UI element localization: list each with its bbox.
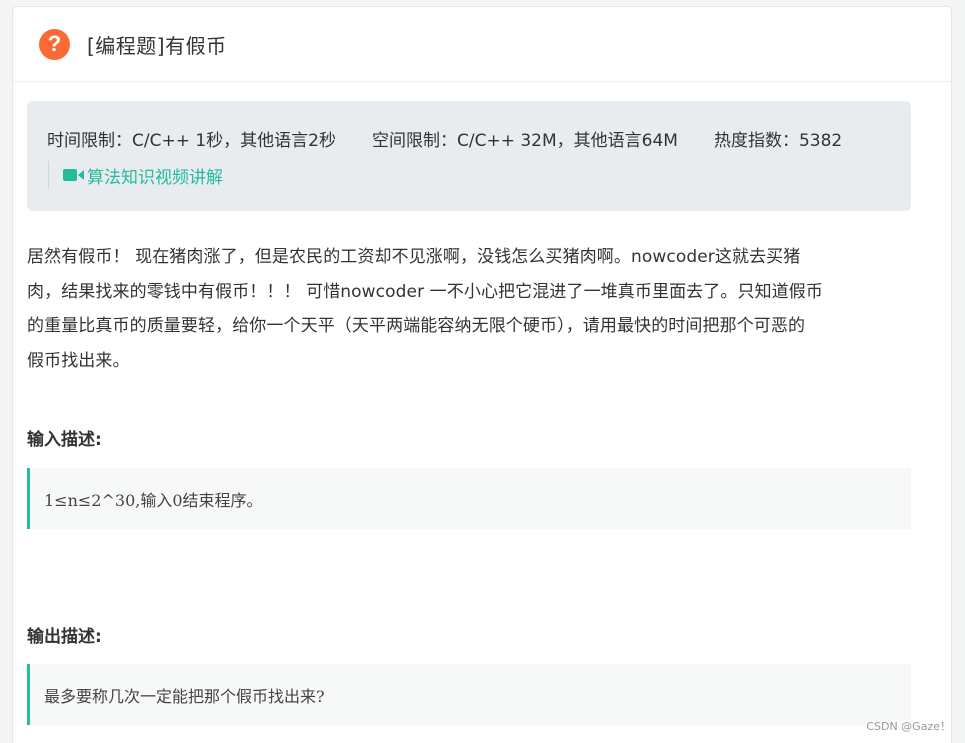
- problem-meta: 时间限制：C/C++ 1秒，其他语言2秒 空间限制：C/C++ 32M，其他语言…: [27, 101, 911, 211]
- output-description-box: 最多要称几次一定能把那个假币找出来?: [27, 664, 911, 725]
- watermark: CSDN @Gaze！: [866, 720, 951, 733]
- problem-description: 居然有假币！ 现在猪肉涨了，但是农民的工资却不见涨啊，没钱怎么买猪肉啊。nowc…: [27, 240, 917, 378]
- question-icon: ?: [39, 28, 70, 60]
- problem-header: ? [编程题]有假币: [13, 7, 951, 82]
- description-line: 肉，结果找来的零钱中有假币！！！ 可惜nowcoder 一不小心把它混进了一堆真…: [27, 281, 823, 302]
- heat-index: 热度指数：5382: [713, 130, 843, 151]
- input-description-box: 1≤n≤2^30,输入0结束程序。: [27, 468, 911, 529]
- output-description-title: 输出描述:: [27, 627, 102, 647]
- input-description-text: 1≤n≤2^30,输入0结束程序。: [44, 490, 263, 510]
- video-camera-icon: [63, 168, 85, 182]
- space-limit: 空间限制：C/C++ 32M，其他语言64M: [372, 130, 678, 151]
- input-description-title: 输入描述:: [27, 430, 102, 450]
- output-description-text: 最多要称几次一定能把那个假币找出来?: [44, 686, 325, 706]
- video-link-label[interactable]: 算法知识视频讲解: [87, 163, 223, 188]
- video-link[interactable]: 算法知识视频讲解: [48, 161, 891, 189]
- description-line: 的重量比真币的质量要轻，给你一个天平（天平两端能容纳无限个硬币），请用最快的时间…: [27, 316, 806, 336]
- time-limit: 时间限制：C/C++ 1秒，其他语言2秒: [47, 130, 336, 151]
- description-line: 假币找出来。: [27, 350, 130, 371]
- description-line: 居然有假币！ 现在猪肉涨了，但是农民的工资却不见涨啊，没钱怎么买猪肉啊。nowc…: [27, 247, 801, 267]
- problem-title: [编程题]有假币: [87, 33, 227, 58]
